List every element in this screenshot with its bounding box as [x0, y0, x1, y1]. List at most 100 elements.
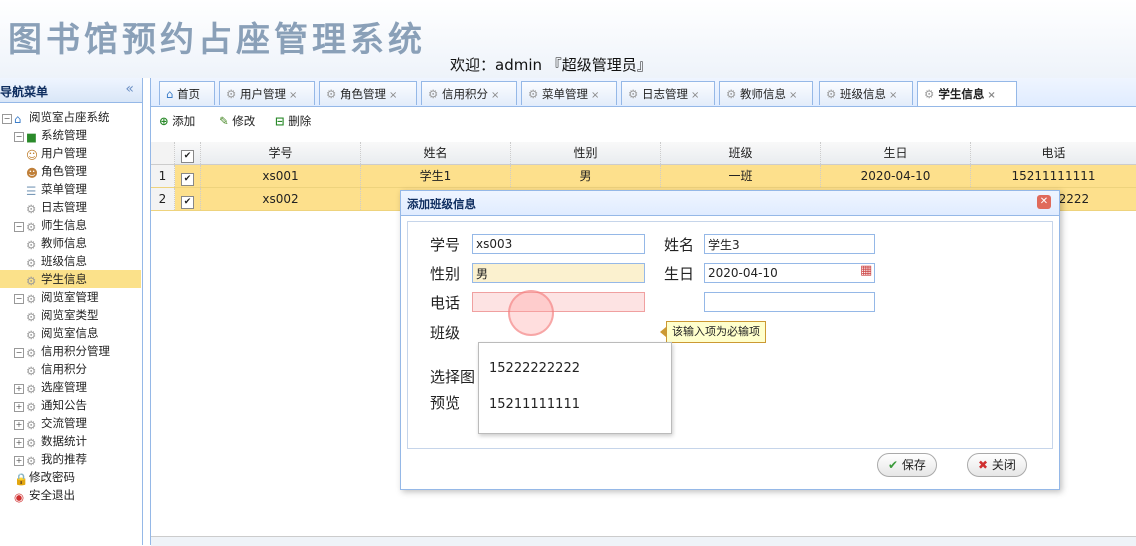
- col-header-gender[interactable]: 性别: [511, 142, 661, 164]
- sidebar-item[interactable]: − ⌂ 阅览室占座系统: [2, 108, 110, 126]
- expand-icon[interactable]: +: [14, 402, 24, 412]
- gender-field[interactable]: [472, 263, 645, 283]
- collapse-node-icon[interactable]: −: [14, 132, 24, 142]
- edit-label: 修改: [232, 114, 256, 128]
- row-checkbox[interactable]: ✔: [175, 165, 201, 187]
- sidebar-item[interactable]: + ⚙ 数据统计: [14, 432, 87, 450]
- collapse-node-icon[interactable]: −: [2, 114, 12, 124]
- lock-icon: 🔒: [14, 472, 29, 486]
- sidebar-item[interactable]: ⚙ 日志管理: [26, 198, 87, 216]
- close-icon[interactable]: ✕: [1037, 195, 1051, 209]
- sidebar-item[interactable]: ☺ 用户管理: [26, 144, 87, 162]
- sidebar-item[interactable]: ⚙ 阅览室信息: [26, 324, 99, 342]
- tab-close-icon[interactable]: ×: [491, 90, 499, 101]
- collapse-icon[interactable]: «: [125, 81, 134, 97]
- table-row[interactable]: 1 ✔ xs001 学生1 男 一班 2020-04-10 1521111111…: [151, 165, 1136, 188]
- gear-icon: ⚙: [26, 274, 37, 288]
- select-image-label: 选择图: [430, 368, 476, 386]
- tab[interactable]: ⚙ 信用积分 ×: [421, 81, 517, 105]
- sidebar-item[interactable]: ⚙ 班级信息: [26, 252, 87, 270]
- row-checkbox[interactable]: ✔: [175, 188, 201, 210]
- sidebar-item[interactable]: ◉ 安全退出: [14, 486, 75, 504]
- tab-close-icon[interactable]: ×: [289, 90, 297, 101]
- gear-icon: ⚙: [326, 87, 340, 101]
- tab-label: 教师信息: [739, 87, 786, 101]
- sidebar-item[interactable]: − ⚙ 阅览室管理: [14, 288, 99, 306]
- name-label: 姓名: [664, 236, 695, 254]
- col-header-id[interactable]: 学号: [201, 142, 361, 164]
- birthday-field[interactable]: [704, 263, 875, 283]
- expand-icon[interactable]: +: [14, 420, 24, 430]
- col-header-birthday[interactable]: 生日: [821, 142, 971, 164]
- gear-icon: ⚙: [26, 400, 37, 414]
- sidebar-item[interactable]: + ⚙ 通知公告: [14, 396, 87, 414]
- x-icon: ✖: [978, 458, 989, 472]
- sidebar-item[interactable]: ⚙ 学生信息: [0, 270, 141, 288]
- sidebar-item[interactable]: ⚙ 阅览室类型: [26, 306, 99, 324]
- sidebar-item[interactable]: − ⚙ 信用积分管理: [14, 342, 110, 360]
- validation-tooltip: 该输入项为必输项: [660, 321, 766, 343]
- sidebar-item[interactable]: ☻ 角色管理: [26, 162, 87, 180]
- tab[interactable]: ⚙ 学生信息 ×: [917, 81, 1017, 106]
- tab-close-icon[interactable]: ×: [389, 90, 397, 101]
- sidebar-item-label: 阅览室类型: [41, 308, 99, 322]
- delete-button[interactable]: ⊟ 删除: [275, 113, 311, 129]
- list-item[interactable]: 15222222222: [489, 361, 580, 376]
- sidebar-item[interactable]: ☰ 菜单管理: [26, 180, 87, 198]
- expand-icon[interactable]: +: [14, 438, 24, 448]
- home-icon: ⌂: [166, 87, 177, 101]
- sidebar-item[interactable]: − ■ 系统管理: [14, 126, 87, 144]
- tab[interactable]: ⚙ 角色管理 ×: [319, 81, 417, 105]
- dialog-title: 添加班级信息: [407, 197, 476, 211]
- tab[interactable]: ⚙ 日志管理 ×: [621, 81, 715, 105]
- col-header-phone[interactable]: 电话: [971, 142, 1136, 164]
- birthday-label: 生日: [664, 265, 695, 283]
- sidebar-item-label: 系统管理: [41, 128, 87, 142]
- close-button[interactable]: ✖ 关闭: [967, 453, 1027, 477]
- add-button[interactable]: ⊕ 添加: [159, 113, 195, 129]
- edit-button[interactable]: ✎ 修改: [219, 113, 255, 129]
- sidebar-item-label: 信用积分: [41, 362, 87, 376]
- tab[interactable]: ⚙ 教师信息 ×: [719, 81, 813, 105]
- collapse-node-icon[interactable]: −: [14, 294, 24, 304]
- sidebar-item-label: 菜单管理: [41, 182, 87, 196]
- tab-close-icon[interactable]: ×: [987, 90, 995, 101]
- id-field[interactable]: [472, 234, 645, 254]
- users-icon: ☻: [26, 166, 38, 180]
- sidebar-header: 导航菜单 «: [0, 78, 142, 103]
- grid-toolbar: ⊕ 添加 ✎ 修改 ⊟ 删除: [151, 107, 1136, 135]
- sidebar-item[interactable]: 🔒修改密码: [14, 468, 75, 486]
- tab-close-icon[interactable]: ×: [591, 90, 599, 101]
- tab-label: 角色管理: [339, 87, 386, 101]
- expand-icon[interactable]: +: [14, 456, 24, 466]
- phone-field[interactable]: [472, 292, 645, 312]
- sidebar-item[interactable]: + ⚙ 选座管理: [14, 378, 87, 396]
- sidebar-item[interactable]: + ⚙ 交流管理: [14, 414, 87, 432]
- tab-close-icon[interactable]: ×: [789, 90, 797, 101]
- tab[interactable]: ⌂ 首页: [159, 81, 215, 105]
- sidebar-item[interactable]: − ⚙ 师生信息: [14, 216, 87, 234]
- sidebar-title: 导航菜单: [0, 85, 49, 99]
- extra-field[interactable]: [704, 292, 875, 312]
- calendar-icon[interactable]: ▦: [860, 263, 872, 278]
- expand-icon[interactable]: +: [14, 384, 24, 394]
- save-button[interactable]: ✔ 保存: [877, 453, 937, 477]
- collapse-node-icon[interactable]: −: [14, 348, 24, 358]
- collapse-node-icon[interactable]: −: [14, 222, 24, 232]
- col-header-class[interactable]: 班级: [661, 142, 821, 164]
- select-all-checkbox[interactable]: ✔: [175, 142, 201, 164]
- tab[interactable]: ⚙ 菜单管理 ×: [521, 81, 617, 105]
- sidebar-item[interactable]: ⚙ 信用积分: [26, 360, 87, 378]
- col-header-name[interactable]: 姓名: [361, 142, 511, 164]
- tab-close-icon[interactable]: ×: [889, 90, 897, 101]
- tab-close-icon[interactable]: ×: [691, 90, 699, 101]
- list-item[interactable]: 15211111111: [489, 397, 580, 412]
- tab[interactable]: ⚙ 用户管理 ×: [219, 81, 315, 105]
- sidebar-item[interactable]: ⚙ 教师信息: [26, 234, 87, 252]
- gender-label: 性别: [430, 265, 461, 283]
- tab-bar: ⌂ 首页 ⚙ 用户管理 × ⚙ 角色管理 × ⚙ 信用积分 × ⚙ 菜单管理 × ⚙ 日志管理 × ⚙…: [151, 78, 1136, 107]
- preview-label: 预览: [430, 394, 461, 412]
- tab[interactable]: ⚙ 班级信息 ×: [819, 81, 913, 105]
- name-field[interactable]: [704, 234, 875, 254]
- sidebar-item[interactable]: + ⚙ 我的推荐: [14, 450, 87, 468]
